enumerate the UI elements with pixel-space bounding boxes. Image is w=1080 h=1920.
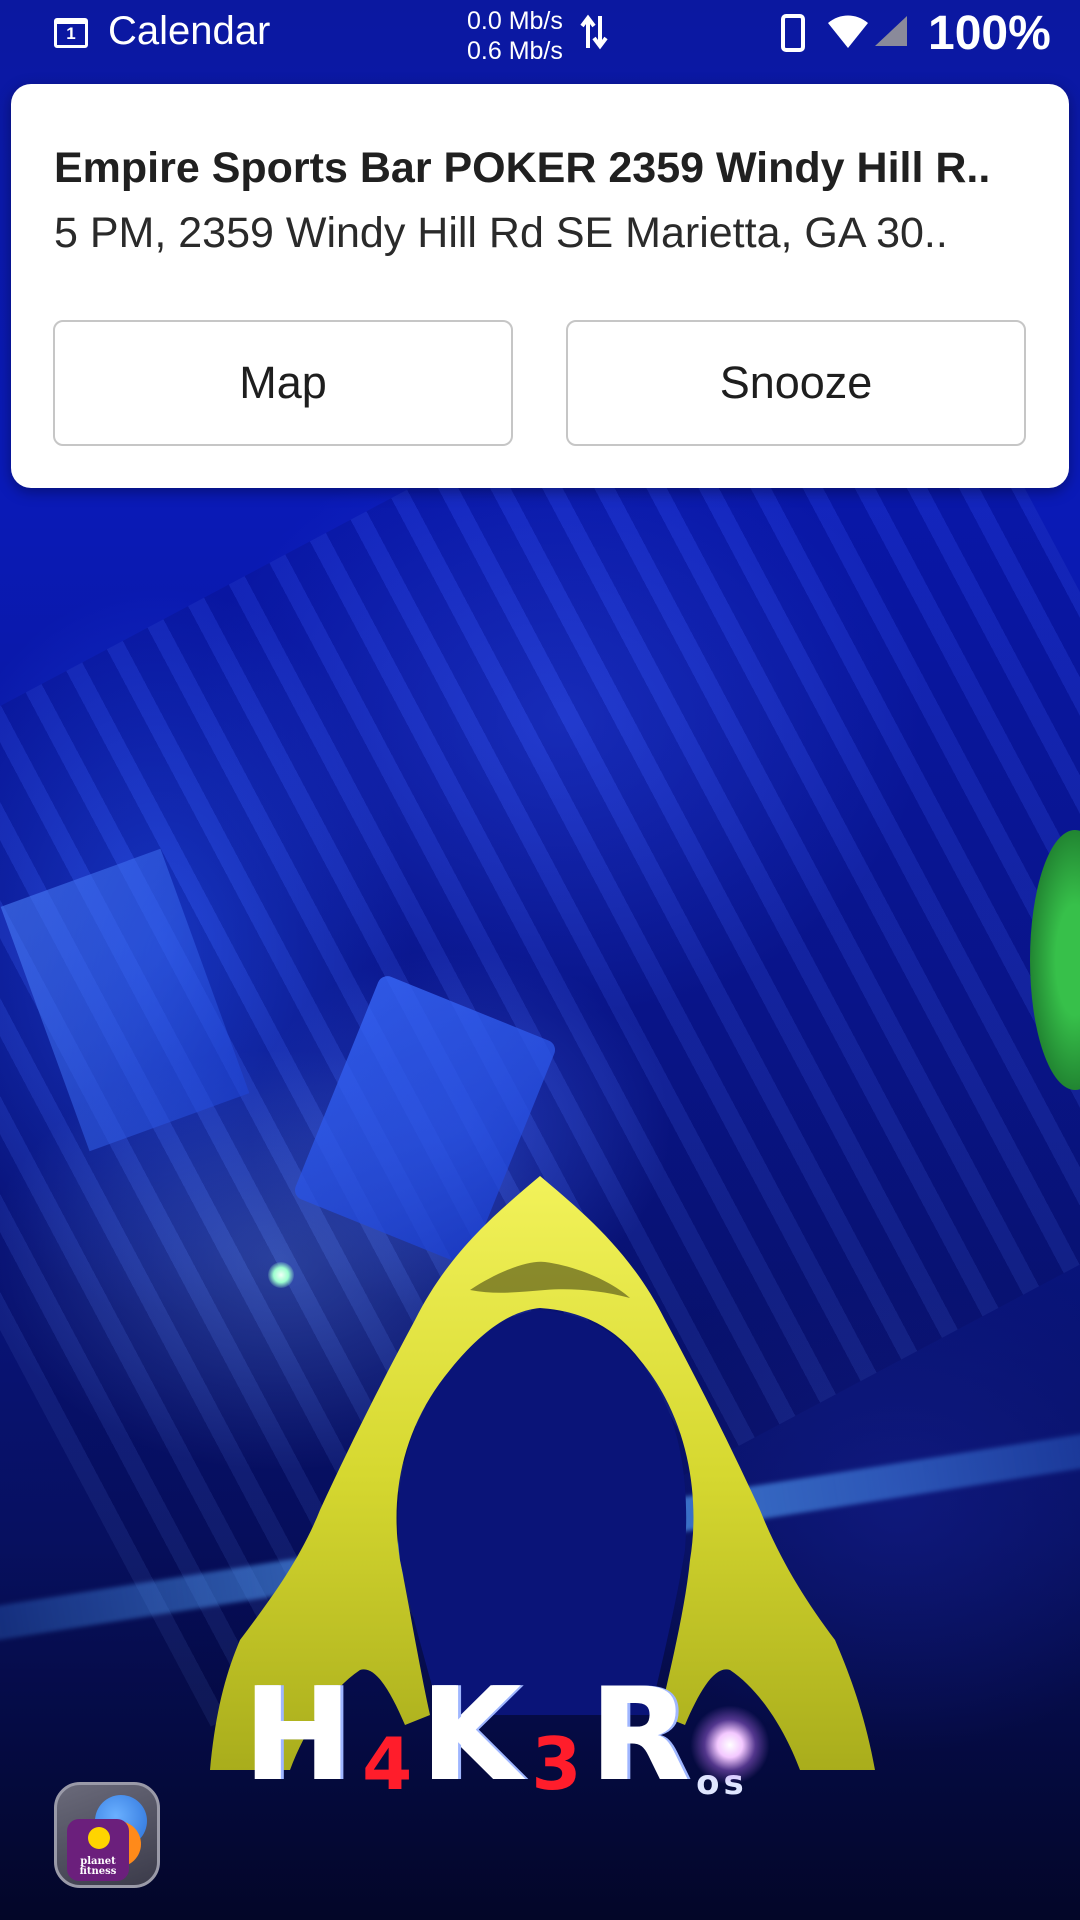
status-bar: 1 Calendar 0.0 Mb/s 0.6 Mb/s 100% (0, 0, 1080, 66)
hacker-logo: H 4 K 3 R os (245, 1672, 748, 1806)
status-app-name: Calendar (108, 9, 271, 53)
network-speed: 0.0 Mb/s 0.6 Mb/s (467, 6, 563, 66)
phone-icon (781, 14, 805, 52)
logo-letter: K (422, 1661, 526, 1810)
data-transfer-icon (580, 14, 608, 50)
signal-icon (875, 16, 907, 46)
snooze-button[interactable]: Snooze (566, 320, 1026, 446)
calendar-icon: 1 (54, 18, 88, 48)
app-bubble[interactable]: planet fitness (54, 1782, 160, 1888)
notification-title: Empire Sports Bar POKER 2359 Windy Hill … (54, 144, 991, 192)
map-button[interactable]: Map (53, 320, 513, 446)
network-up-speed: 0.6 Mb/s (467, 37, 563, 65)
planet-fitness-icon: planet fitness (67, 1819, 129, 1881)
battery-percentage: 100% (928, 7, 1051, 60)
logo-letter: 4 (362, 1722, 417, 1806)
wifi-icon (828, 15, 868, 48)
logo-letter: H (245, 1661, 357, 1810)
lens-flare (690, 1705, 770, 1785)
planet-fitness-logo (88, 1827, 110, 1849)
planet-fitness-label: planet fitness (79, 1856, 117, 1877)
logo-letter: R (591, 1661, 695, 1810)
calendar-notification[interactable]: Empire Sports Bar POKER 2359 Windy Hill … (11, 84, 1069, 488)
logo-letter: 3 (531, 1722, 586, 1806)
network-down-speed: 0.0 Mb/s (467, 7, 563, 35)
notification-text: 5 PM, 2359 Windy Hill Rd SE Marietta, GA… (54, 209, 948, 257)
